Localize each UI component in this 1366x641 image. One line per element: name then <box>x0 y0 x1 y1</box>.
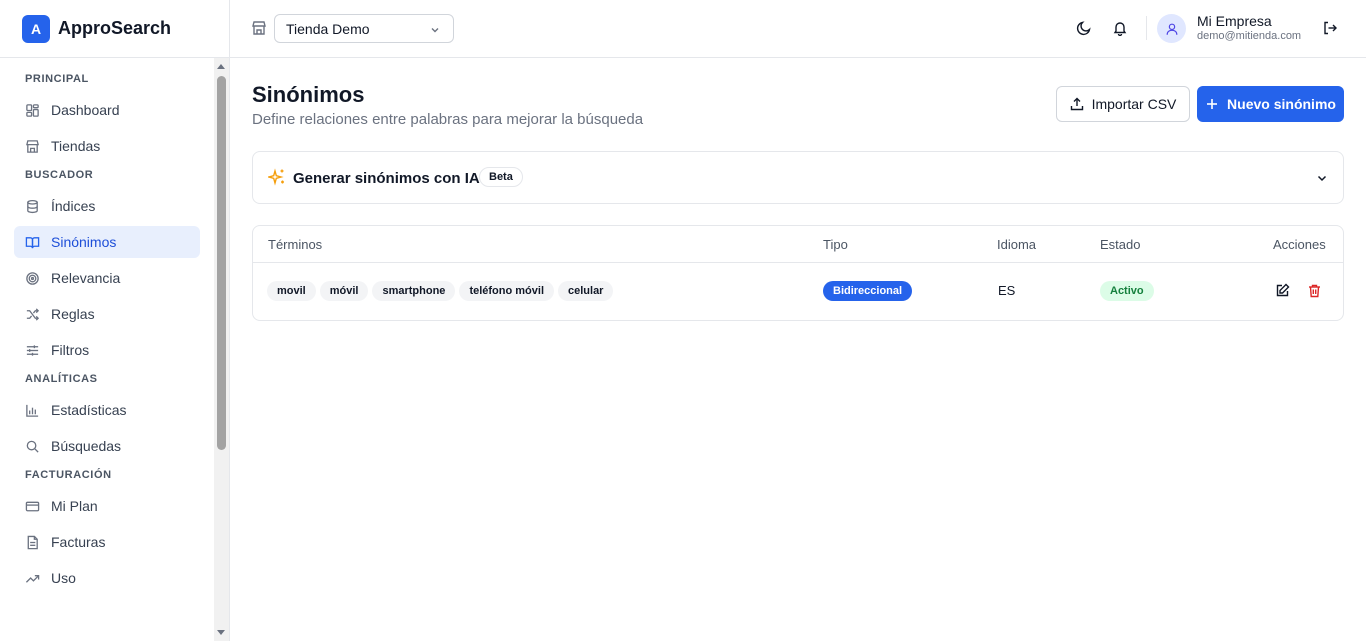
sidebar-item-relevancia[interactable]: Relevancia <box>14 262 200 294</box>
ai-generator-title: Generar sinónimos con IA <box>293 170 480 187</box>
column-header-actions: Acciones <box>1273 237 1326 252</box>
import-csv-button[interactable]: Importar CSV <box>1056 86 1190 122</box>
user-email: demo@mitienda.com <box>1197 30 1302 42</box>
scroll-thumb[interactable] <box>217 76 226 450</box>
logout-icon[interactable] <box>1322 20 1338 36</box>
sidebar-item-label: Reglas <box>51 306 95 322</box>
section-title: FACTURACIÓN <box>25 469 112 481</box>
column-header-type: Tipo <box>823 237 848 252</box>
sidebar-item-label: Estadísticas <box>51 402 127 418</box>
term-chip: movil <box>267 281 316 301</box>
sidebar-item-uso[interactable]: Uso <box>14 562 200 594</box>
sidebar-item-label: Facturas <box>51 534 106 550</box>
sidebar-item-label: Filtros <box>51 342 90 358</box>
section-title: BUSCADOR <box>25 169 94 181</box>
target-icon <box>24 270 40 286</box>
sidebar-item-mi-plan[interactable]: Mi Plan <box>14 490 200 522</box>
new-synonym-button[interactable]: Nuevo sinónimo <box>1197 86 1344 122</box>
nav-section-buscador: BUSCADOR Índices Sinónimos Relevancia Re… <box>0 166 214 366</box>
column-header-status: Estado <box>1100 237 1141 252</box>
scroll-down-arrow-icon[interactable] <box>217 630 225 635</box>
sidebar-item-label: Dashboard <box>51 102 120 118</box>
sidebar-item-busquedas[interactable]: Búsquedas <box>14 430 200 462</box>
store-select[interactable]: Tienda Demo <box>274 14 454 43</box>
sliders-icon <box>24 342 40 358</box>
sidebar-item-label: Índices <box>51 198 96 214</box>
column-header-terms: Términos <box>268 237 323 252</box>
language-cell: ES <box>998 283 1016 298</box>
sidebar-item-filtros[interactable]: Filtros <box>14 334 200 366</box>
trash-icon[interactable] <box>1307 283 1322 298</box>
sparkles-icon <box>266 168 286 186</box>
dashboard-icon <box>24 102 40 118</box>
sidebar-item-label: Sinónimos <box>51 234 117 250</box>
sidebar-scrollbar[interactable] <box>214 58 229 641</box>
import-csv-label: Importar CSV <box>1091 96 1177 112</box>
section-title: ANALÍTICAS <box>25 373 98 385</box>
store-icon <box>24 138 40 154</box>
page-title: Sinónimos <box>252 82 365 107</box>
nav-section-principal: PRINCIPAL Dashboard Tiendas <box>0 70 214 162</box>
file-icon <box>24 534 40 550</box>
edit-icon[interactable] <box>1275 283 1290 298</box>
avatar[interactable] <box>1157 14 1186 43</box>
upload-icon <box>1070 97 1084 111</box>
sidebar-item-label: Tiendas <box>51 138 101 154</box>
top-header: Tienda Demo Mi Empresa demo@mitienda.com <box>230 0 1366 58</box>
column-header-language: Idioma <box>997 237 1037 252</box>
sidebar-item-facturas[interactable]: Facturas <box>14 526 200 558</box>
page-subtitle: Define relaciones entre palabras para me… <box>252 111 644 128</box>
sidebar-item-estadisticas[interactable]: Estadísticas <box>14 394 200 426</box>
term-chip: móvil <box>319 281 369 301</box>
sidebar-item-label: Mi Plan <box>51 498 98 514</box>
term-chip: celular <box>558 281 614 301</box>
ai-generator-panel[interactable]: Generar sinónimos con IA Beta <box>252 151 1344 204</box>
terms-list: movil móvil smartphone teléfono móvil ce… <box>267 281 614 301</box>
sidebar-nav: PRINCIPAL Dashboard Tiendas BUSCADOR Índ… <box>0 58 214 641</box>
bell-icon[interactable] <box>1112 20 1128 37</box>
nav-section-facturacion: FACTURACIÓN Mi Plan Facturas Uso <box>0 466 214 594</box>
chevron-down-icon <box>429 23 441 35</box>
database-icon <box>24 198 40 214</box>
beta-badge: Beta <box>479 167 523 187</box>
shuffle-icon <box>24 306 40 322</box>
synonyms-table: Términos Tipo Idioma Estado Acciones mov… <box>252 225 1344 321</box>
user-name: Mi Empresa <box>1197 13 1272 29</box>
credit-card-icon <box>24 498 40 514</box>
sidebar-item-dashboard[interactable]: Dashboard <box>14 94 200 126</box>
bar-chart-icon <box>24 402 40 418</box>
sidebar-item-label: Relevancia <box>51 270 121 286</box>
sidebar-item-reglas[interactable]: Reglas <box>14 298 200 330</box>
type-badge: Bidireccional <box>823 281 913 301</box>
table-header-divider <box>253 262 1343 263</box>
search-icon <box>24 438 40 454</box>
brand[interactable]: A ApproSearch <box>0 0 229 58</box>
brand-name: ApproSearch <box>58 18 172 38</box>
sidebar-item-sinonimos[interactable]: Sinónimos <box>14 226 200 258</box>
main-content: Sinónimos Define relaciones entre palabr… <box>230 58 1366 641</box>
nav-section-analiticas: ANALÍTICAS Estadísticas Búsquedas <box>0 370 214 462</box>
moon-icon[interactable] <box>1076 20 1092 36</box>
header-divider <box>1146 16 1147 40</box>
sidebar: A ApproSearch PRINCIPAL Dashboard Tienda… <box>0 0 230 641</box>
new-synonym-label: Nuevo sinónimo <box>1227 96 1336 112</box>
store-select-value: Tienda Demo <box>286 20 370 37</box>
section-title: PRINCIPAL <box>25 73 89 85</box>
term-chip: smartphone <box>372 281 456 301</box>
trending-up-icon <box>24 570 40 586</box>
brand-logo: A <box>22 14 50 43</box>
store-icon <box>251 20 267 36</box>
chevron-down-icon[interactable] <box>1315 171 1329 185</box>
term-chip: teléfono móvil <box>459 281 554 301</box>
status-badge: Activo <box>1100 281 1154 301</box>
scroll-up-arrow-icon[interactable] <box>217 64 225 69</box>
sidebar-item-tiendas[interactable]: Tiendas <box>14 130 200 162</box>
book-icon <box>24 234 40 250</box>
plus-icon <box>1205 97 1219 111</box>
sidebar-item-label: Búsquedas <box>51 438 122 454</box>
sidebar-item-indices[interactable]: Índices <box>14 190 200 222</box>
sidebar-item-label: Uso <box>51 570 76 586</box>
